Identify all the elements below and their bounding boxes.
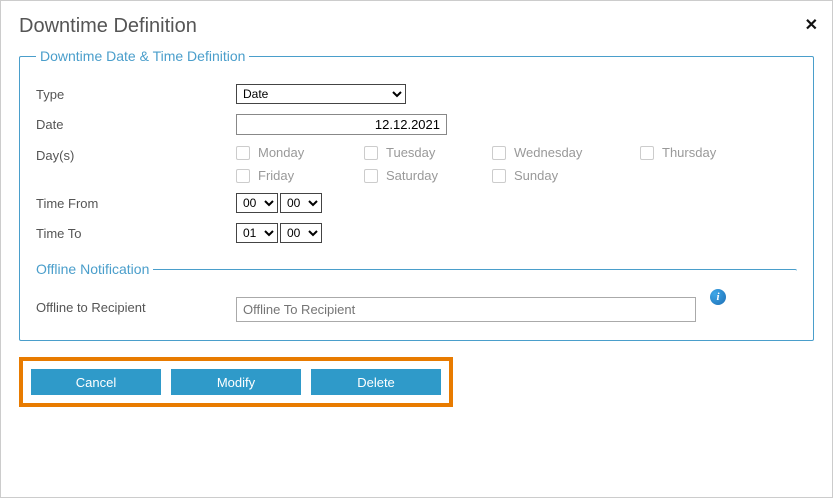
type-select[interactable]: Date [236,84,406,104]
datetime-legend: Downtime Date & Time Definition [36,48,249,64]
checkbox-icon[interactable] [492,146,506,160]
checkbox-icon[interactable] [640,146,654,160]
time-from-hour[interactable]: 00 [236,193,278,213]
time-to-hour[interactable]: 01 [236,223,278,243]
info-icon[interactable]: i [710,289,726,305]
cancel-button[interactable]: Cancel [31,369,161,395]
time-from-min[interactable]: 00 [280,193,322,213]
delete-button[interactable]: Delete [311,369,441,395]
dialog-title: Downtime Definition [19,15,814,38]
time-to-label: Time To [36,223,236,241]
day-thursday[interactable]: Thursday [640,145,760,160]
type-label: Type [36,84,236,102]
offline-fieldset: Offline Notification Offline to Recipien… [36,261,797,330]
date-input[interactable] [236,114,447,135]
close-icon[interactable]: ✕ [805,15,818,35]
datetime-fieldset: Downtime Date & Time Definition Type Dat… [19,48,814,341]
day-tuesday[interactable]: Tuesday [364,145,484,160]
day-monday[interactable]: Monday [236,145,356,160]
recipient-input[interactable] [236,297,696,322]
days-grid: Monday Tuesday Wednesday Thursday Friday… [236,145,797,183]
checkbox-icon[interactable] [364,146,378,160]
time-to-min[interactable]: 00 [280,223,322,243]
checkbox-icon[interactable] [236,169,250,183]
downtime-definition-dialog: Downtime Definition ✕ Downtime Date & Ti… [0,0,833,498]
day-saturday[interactable]: Saturday [364,168,484,183]
recipient-label: Offline to Recipient [36,297,236,315]
modify-button[interactable]: Modify [171,369,301,395]
date-label: Date [36,114,236,132]
day-wednesday[interactable]: Wednesday [492,145,632,160]
days-label: Day(s) [36,145,236,163]
checkbox-icon[interactable] [492,169,506,183]
button-bar-highlight: Cancel Modify Delete [19,357,453,407]
checkbox-icon[interactable] [236,146,250,160]
time-from-label: Time From [36,193,236,211]
day-sunday[interactable]: Sunday [492,168,632,183]
checkbox-icon[interactable] [364,169,378,183]
offline-legend: Offline Notification [36,261,153,277]
day-friday[interactable]: Friday [236,168,356,183]
